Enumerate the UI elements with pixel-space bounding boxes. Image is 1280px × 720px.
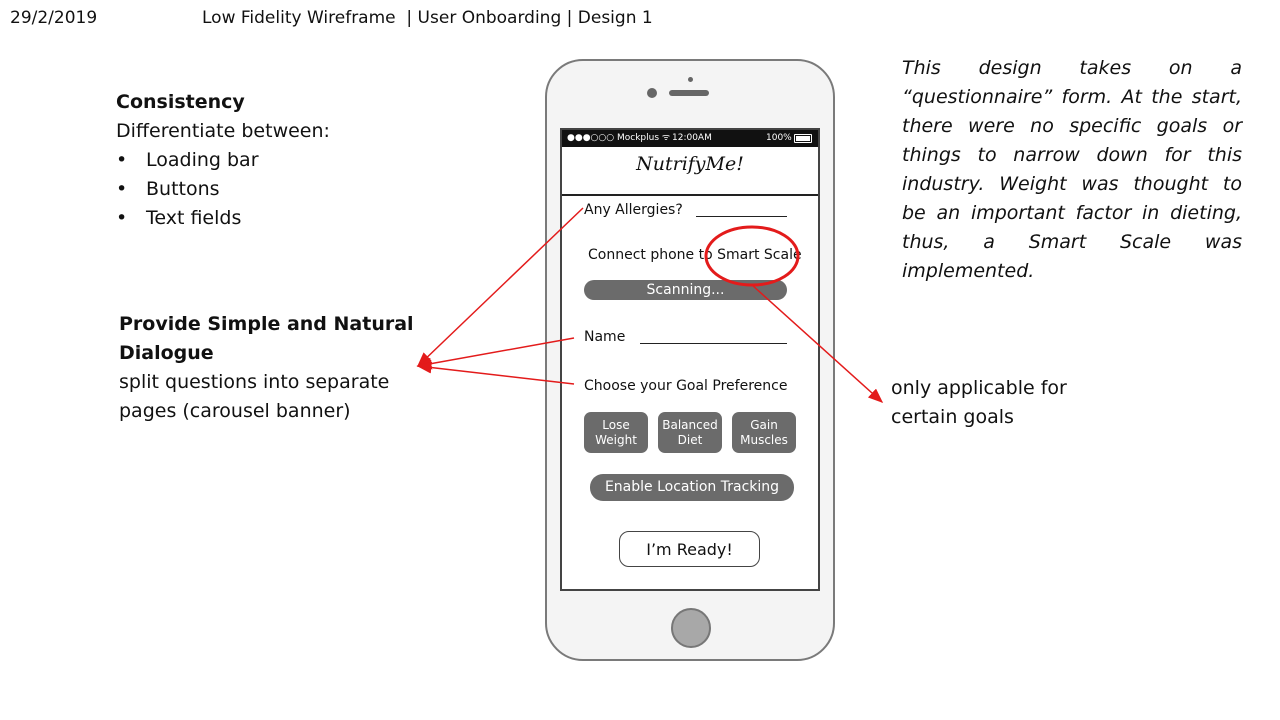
dialogue-body-line2: pages (carousel banner)	[119, 400, 351, 422]
status-time: 12:00AM	[672, 133, 712, 143]
header-divider	[562, 194, 818, 196]
dialogue-heading-line1: Provide Simple and Natural	[119, 313, 414, 335]
applicable-note: only applicable for certain goals	[891, 374, 1067, 432]
home-button	[671, 608, 711, 648]
lose-weight-button[interactable]: Lose Weight	[584, 412, 648, 453]
list-item: Buttons	[116, 175, 330, 204]
design-note-line: be an important factor in dieting,	[902, 202, 1242, 224]
consistency-intro: Differentiate between:	[116, 120, 330, 142]
design-note-line: things to narrow down for this	[902, 144, 1242, 166]
speaker-icon	[669, 90, 709, 96]
slide-title: Low Fidelity Wireframe | User Onboarding…	[202, 8, 653, 28]
gain-muscles-button[interactable]: Gain Muscles	[732, 412, 796, 453]
design-note-line: industry. Weight was thought to	[902, 173, 1242, 195]
design-note-line: implemented.	[902, 260, 1035, 282]
dialogue-note: Provide Simple and Natural Dialogue spli…	[119, 310, 414, 426]
slide-date: 29/2/2019	[10, 8, 98, 28]
battery-icon	[794, 134, 812, 143]
allergies-label: Any Allergies?	[584, 202, 683, 218]
name-field[interactable]	[640, 343, 787, 344]
design-note-line: “questionnaire” form. At the start,	[902, 86, 1242, 108]
list-item: Text fields	[116, 204, 330, 233]
design-note: This design takes on a “questionnaire” f…	[902, 54, 1242, 286]
balanced-diet-button[interactable]: Balanced Diet	[658, 412, 722, 453]
applicable-line1: only applicable for	[891, 377, 1067, 399]
design-note-line: there were no specific goals or	[902, 115, 1242, 137]
consistency-heading: Consistency	[116, 91, 245, 113]
enable-location-button[interactable]: Enable Location Tracking	[590, 474, 794, 501]
status-carrier: ●●●○○○ Mockplus ᯤ	[567, 133, 671, 143]
allergies-field[interactable]	[696, 216, 787, 217]
status-bar: ●●●○○○ Mockplus ᯤ 12:00AM 100%	[562, 130, 818, 147]
consistency-list: Loading bar Buttons Text fields	[116, 146, 330, 233]
sensor-dot	[688, 77, 693, 82]
status-battery-text: 100%	[766, 133, 792, 143]
dialogue-body-line1: split questions into separate	[119, 371, 390, 393]
dialogue-heading-line2: Dialogue	[119, 342, 214, 364]
camera-icon	[647, 88, 657, 98]
design-note-line: This design takes on a	[902, 57, 1242, 79]
applicable-line2: certain goals	[891, 406, 1014, 428]
scanning-bar: Scanning...	[584, 280, 787, 300]
goal-label: Choose your Goal Preference	[584, 378, 788, 394]
design-note-line: thus, a Smart Scale was	[902, 231, 1242, 253]
phone-screen	[560, 128, 820, 591]
list-item: Loading bar	[116, 146, 330, 175]
name-label: Name	[584, 329, 626, 345]
connect-label: Connect phone to Smart Scale	[588, 247, 802, 263]
consistency-note: Consistency Differentiate between: Loadi…	[116, 88, 330, 233]
app-logo: NutrifyMe!	[636, 153, 744, 175]
ready-button[interactable]: I’m Ready!	[619, 531, 760, 567]
